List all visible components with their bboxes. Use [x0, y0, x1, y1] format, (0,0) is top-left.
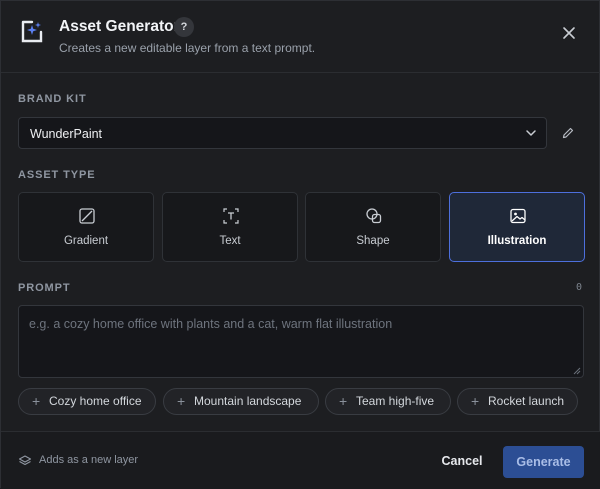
plus-icon: + [471, 393, 480, 409]
dialog-title: Asset Generator [59, 18, 180, 35]
shape-icon [366, 208, 382, 224]
asset-generator-icon [21, 20, 43, 43]
brand-kit-value: WunderPaint [30, 127, 103, 141]
asset-type-label-text: Text [219, 235, 241, 247]
prompt-placeholder: e.g. a cozy home office with plants and … [29, 317, 393, 331]
asset-type-shape[interactable]: Shape [305, 192, 441, 262]
close-icon[interactable] [559, 23, 579, 43]
prompt-char-count: 0 [576, 282, 583, 293]
help-button[interactable]: ? [174, 17, 194, 37]
asset-type-text[interactable]: Text [162, 192, 298, 262]
suggestion-chip-label: Rocket launch [488, 394, 565, 408]
asset-type-gradient[interactable]: Gradient [18, 192, 154, 262]
plus-icon: + [339, 393, 348, 409]
dialog-footer: Adds as a new layer Cancel Generate [1, 431, 600, 489]
image-icon [510, 208, 526, 224]
suggestion-chip-label: Team high-five [356, 394, 435, 408]
brand-kit-label: BRAND KIT [18, 93, 87, 105]
asset-type-label-shape: Shape [356, 235, 390, 247]
prompt-label: PROMPT [18, 282, 71, 294]
prompt-input[interactable]: e.g. a cozy home office with plants and … [18, 305, 584, 378]
dialog-subtitle: Creates a new editable layer from a text… [59, 41, 316, 55]
edit-brand-kit-icon[interactable] [561, 126, 575, 140]
dialog-header: Asset Generator ? Creates a new editable… [1, 1, 600, 73]
asset-type-label-illustration: Illustration [487, 235, 547, 247]
suggestion-chip-mountain-landscape[interactable]: + Mountain landscape [163, 388, 319, 415]
suggestion-chip-cozy-home-office[interactable]: + Cozy home office [18, 388, 156, 415]
layers-icon [18, 455, 32, 466]
asset-generator-dialog: Asset Generator ? Creates a new editable… [0, 0, 600, 489]
suggestion-chip-rocket-launch[interactable]: + Rocket launch [457, 388, 578, 415]
text-icon [223, 208, 239, 224]
suggestion-chip-label: Mountain landscape [194, 394, 302, 408]
chevron-down-icon [526, 130, 536, 136]
generate-button[interactable]: Generate [503, 446, 584, 478]
brand-kit-select[interactable]: WunderPaint [18, 117, 547, 149]
plus-icon: + [32, 393, 41, 409]
footer-note: Adds as a new layer [39, 454, 139, 466]
resize-handle-icon[interactable] [573, 367, 581, 375]
asset-type-label: ASSET TYPE [18, 169, 96, 181]
suggestion-chip-label: Cozy home office [49, 394, 142, 408]
cancel-button[interactable]: Cancel [431, 446, 493, 476]
suggestion-chip-team-high-five[interactable]: + Team high-five [325, 388, 451, 415]
asset-type-label-gradient: Gradient [63, 235, 109, 247]
gradient-icon [79, 208, 95, 224]
plus-icon: + [177, 393, 186, 409]
asset-type-illustration[interactable]: Illustration [449, 192, 585, 262]
